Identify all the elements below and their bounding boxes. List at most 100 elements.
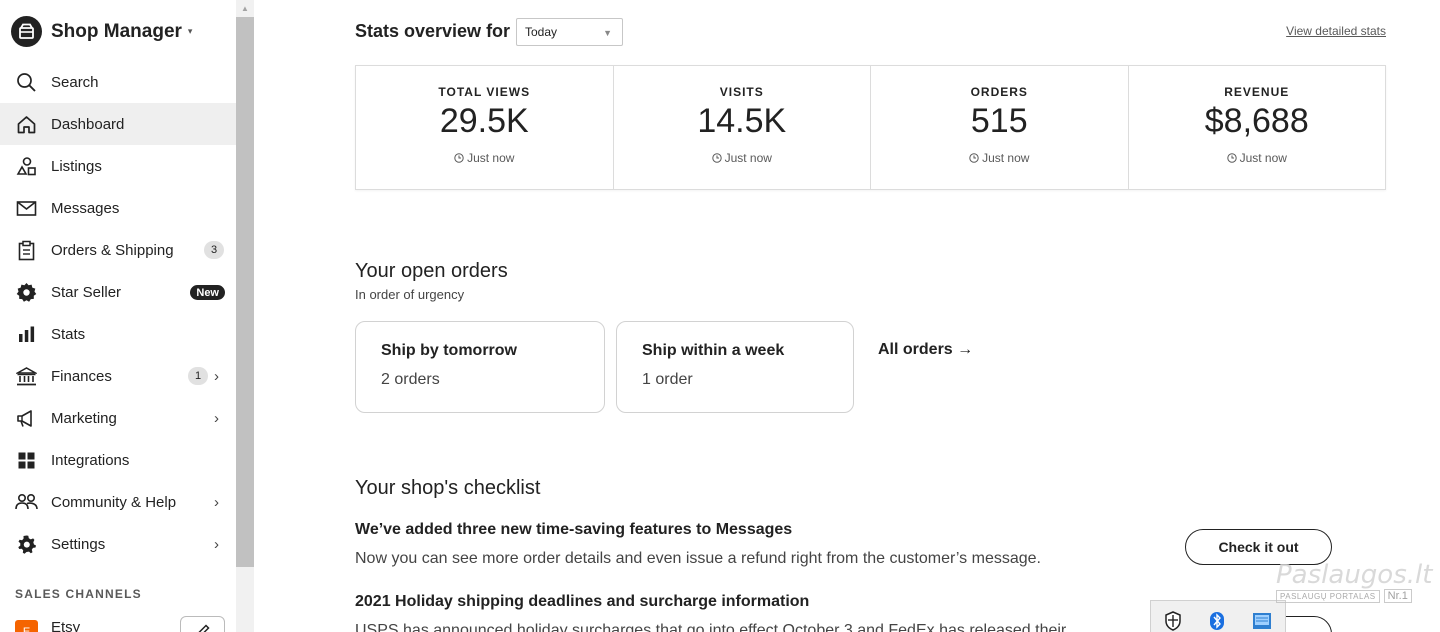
scroll-up-arrow-icon[interactable]: ▲ (236, 0, 254, 17)
view-detailed-stats-link[interactable]: View detailed stats (1286, 24, 1386, 38)
stat-time-text: Just now (724, 151, 772, 165)
sidebar-item-settings[interactable]: Settings › (0, 523, 236, 565)
sidebar-item-community-help[interactable]: Community & Help › (0, 481, 236, 523)
sidebar-item-label: Star Seller (51, 283, 122, 301)
stat-time-text: Just now (467, 151, 515, 165)
grid-icon (15, 449, 38, 472)
sidebar-item-search[interactable]: Search (0, 61, 236, 103)
etsy-logo-icon: E (15, 620, 38, 632)
sidebar-item-label: Dashboard (51, 115, 125, 133)
sidebar-item-label: Search (51, 73, 99, 91)
order-card-count: 1 order (642, 371, 693, 388)
stat-label: ORDERS (970, 85, 1028, 99)
order-card-title: Ship by tomorrow (381, 342, 517, 359)
security-shield-icon[interactable] (1164, 610, 1182, 632)
stat-value: 14.5K (697, 102, 787, 140)
sidebar-scrollbar[interactable]: ▲ (236, 0, 254, 632)
people-icon (15, 491, 38, 514)
sidebar-item-label: Orders & Shipping (51, 241, 174, 259)
home-icon (15, 113, 38, 136)
envelope-icon (15, 197, 38, 220)
stat-timestamp: Just now (1129, 151, 1386, 165)
gear-icon (15, 533, 38, 556)
clock-icon (969, 153, 979, 163)
sidebar-item-label: Settings (51, 535, 106, 553)
stat-total-views[interactable]: TOTAL VIEWS 29.5K Just now (356, 66, 614, 189)
sidebar-item-label: Integrations (51, 451, 130, 469)
period-select[interactable]: Today ▼ (516, 18, 623, 46)
sidebar-item-star-seller[interactable]: Star Seller New (0, 271, 236, 313)
stat-label: TOTAL VIEWS (438, 85, 531, 99)
shop-manager-logo-icon (11, 16, 42, 47)
watermark-subline: PASLAUGŲ PORTALAS Nr.1 (1276, 589, 1432, 603)
stat-time-text: Just now (1239, 151, 1287, 165)
stat-value: $8,688 (1204, 102, 1309, 140)
stat-timestamp: Just now (871, 151, 1128, 165)
checklist-item-title: 2021 Holiday shipping deadlines and surc… (355, 593, 810, 610)
stats-overview-panel: TOTAL VIEWS 29.5K Just now VISITS 14.5K … (355, 65, 1386, 190)
finances-count-badge: 1 (188, 367, 208, 385)
sidebar-item-finances[interactable]: Finances 1 › (0, 355, 236, 397)
order-card-ship-within-week[interactable]: Ship within a week 1 order (616, 321, 854, 413)
clock-icon (711, 153, 722, 163)
scrollbar-thumb[interactable] (236, 17, 254, 567)
dropdown-arrow-icon: ▼ (603, 28, 612, 38)
sidebar-item-listings[interactable]: Listings (0, 145, 236, 187)
stat-visits[interactable]: VISITS 14.5K Just now (614, 66, 871, 189)
watermark-portal-text: PASLAUGŲ PORTALAS (1276, 589, 1380, 603)
search-icon (15, 71, 38, 94)
sidebar-item-orders-shipping[interactable]: Orders & Shipping 3 (0, 229, 236, 271)
checklist-item-body: Now you can see more order details and e… (355, 550, 1041, 567)
bluetooth-icon[interactable] (1209, 611, 1225, 632)
sidebar-item-dashboard[interactable]: Dashboard (0, 103, 236, 145)
stat-timestamp: Just now (614, 151, 871, 165)
shop-title[interactable]: Shop Manager (51, 21, 182, 43)
new-badge: New (190, 285, 225, 300)
stat-value: 515 (970, 102, 1028, 140)
stat-revenue[interactable]: REVENUE $8,688 Just now (1129, 66, 1386, 189)
stat-label: VISITS (719, 85, 764, 99)
sidebar-item-marketing[interactable]: Marketing › (0, 397, 236, 439)
sidebar-nav: Search Dashboard Listings Messages Order… (0, 61, 236, 565)
sidebar: Shop Manager ▾ Search Dashboard Listings (0, 0, 236, 632)
sidebar-item-label: Community & Help (51, 493, 177, 511)
sidebar-item-messages[interactable]: Messages (0, 187, 236, 229)
system-tray-popup (1150, 600, 1286, 632)
stat-time-text: Just now (982, 151, 1030, 165)
all-orders-link[interactable]: All orders → (878, 341, 973, 359)
stat-label: REVENUE (1224, 85, 1290, 99)
open-orders-subtitle: In order of urgency (355, 287, 465, 302)
watermark: Paslaugos.lt PASLAUGŲ PORTALAS Nr.1 (1276, 560, 1432, 603)
order-card-count: 2 orders (381, 371, 440, 388)
watermark-logo: Paslaugos.lt (1276, 560, 1433, 590)
checklist-item-title: We’ve added three new time-saving featur… (355, 521, 793, 538)
sidebar-item-label: Finances (51, 367, 112, 385)
sidebar-item-integrations[interactable]: Integrations (0, 439, 236, 481)
megaphone-icon (15, 407, 38, 430)
chevron-right-icon: › (214, 494, 219, 511)
network-icon[interactable] (1252, 612, 1272, 632)
shop-checklist-heading: Your shop's checklist (355, 477, 541, 499)
bar-chart-icon (15, 323, 38, 346)
clock-icon (454, 153, 464, 163)
watermark-nr: Nr.1 (1383, 589, 1412, 603)
main-content: Stats overview for Today ▼ View detailed… (254, 0, 1440, 632)
sidebar-item-label: Messages (51, 199, 120, 217)
order-card-title: Ship within a week (642, 342, 785, 359)
shop-manager-menu[interactable]: Shop Manager ▾ (11, 16, 192, 47)
stat-timestamp: Just now (356, 151, 613, 165)
chevron-right-icon: › (214, 536, 219, 553)
edit-channel-button[interactable] (180, 616, 225, 632)
bank-icon (15, 365, 38, 388)
sidebar-item-label: Listings (51, 157, 102, 175)
etsy-label: Etsy (51, 619, 81, 632)
open-orders-heading: Your open orders (355, 260, 508, 282)
sales-channel-etsy[interactable]: E Etsy (15, 612, 80, 632)
sales-channels-heading: SALES CHANNELS (15, 587, 142, 601)
order-card-ship-by-tomorrow[interactable]: Ship by tomorrow 2 orders (355, 321, 605, 413)
period-select-value: Today (525, 25, 558, 39)
caret-down-icon: ▾ (187, 26, 193, 36)
stat-value: 29.5K (439, 102, 529, 140)
stat-orders[interactable]: ORDERS 515 Just now (871, 66, 1129, 189)
sidebar-item-stats[interactable]: Stats (0, 313, 236, 355)
